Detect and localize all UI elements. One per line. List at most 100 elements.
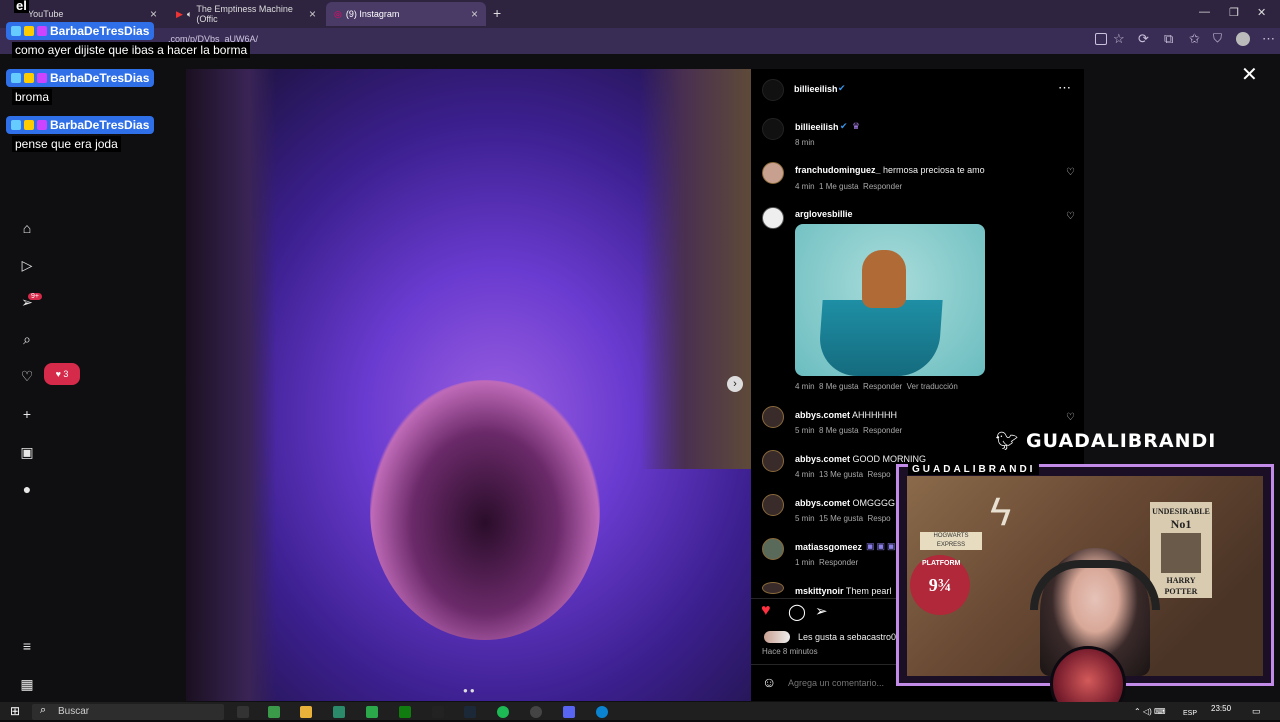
comment-likes[interactable]: 8 Me gusta: [819, 426, 859, 435]
commenter-avatar[interactable]: [762, 538, 784, 560]
comment-time: 4 min: [795, 470, 815, 479]
comment-username[interactable]: abbys.comet: [795, 498, 850, 508]
tab-instagram[interactable]: ◎ (9) Instagram ×: [326, 2, 486, 26]
caption-avatar[interactable]: [762, 118, 784, 140]
favorite-star-icon[interactable]: ☆: [1113, 31, 1125, 47]
notification-center-icon[interactable]: ▭: [1252, 706, 1261, 717]
comment-username[interactable]: franchudominguez_: [795, 165, 881, 175]
translate-button[interactable]: Ver traducción: [907, 382, 958, 391]
like-comment-icon[interactable]: ♡: [1066, 211, 1075, 222]
search-icon[interactable]: ⌕: [19, 331, 35, 347]
comment-likes[interactable]: 8 Me gusta: [819, 382, 859, 391]
reels-icon[interactable]: ▷: [19, 257, 35, 273]
profile-avatar[interactable]: [1236, 32, 1250, 46]
system-tray-icons[interactable]: ⌃ ◁) ⌨: [1134, 707, 1166, 716]
also-from-meta-icon[interactable]: ▦: [19, 676, 35, 692]
like-post-icon[interactable]: ♥: [761, 602, 771, 620]
minimize-button[interactable]: —: [1199, 6, 1210, 18]
notifications-heart-icon[interactable]: ♡: [19, 368, 35, 384]
close-window-button[interactable]: ✕: [1257, 6, 1266, 19]
bits-badge-icon: [24, 26, 34, 36]
comment-username[interactable]: arglovesbillie: [795, 209, 853, 219]
refresh-icon[interactable]: ⟳: [1138, 31, 1149, 47]
author-avatar[interactable]: [762, 79, 784, 101]
taskbar-search[interactable]: Buscar: [32, 704, 224, 720]
more-menu-icon[interactable]: ⋯: [1262, 31, 1275, 47]
language-indicator[interactable]: ESP: [1183, 710, 1197, 717]
tab-emptiness-machine[interactable]: ▶ 🔈︎ The Emptiness Machine (Offic ×: [168, 2, 324, 26]
like-comment-icon[interactable]: ♡: [1066, 412, 1075, 423]
discord-icon[interactable]: [563, 706, 575, 718]
emoji-picker-icon[interactable]: ☺: [762, 674, 776, 690]
post-options-icon[interactable]: ⋯: [1058, 80, 1071, 96]
profile-icon[interactable]: ●: [19, 481, 35, 497]
comment-icon[interactable]: ◯: [788, 602, 806, 622]
caption-author[interactable]: billieeilish: [795, 122, 839, 132]
comment-text: Them pearl: [845, 586, 892, 596]
comment-username[interactable]: matiassgomeez: [795, 542, 862, 552]
shield-icon[interactable]: ⛉: [1213, 31, 1222, 46]
reply-button[interactable]: Responder: [863, 182, 902, 191]
reply-button[interactable]: Responder: [863, 426, 902, 435]
share-icon[interactable]: ➢: [815, 602, 828, 620]
home-icon[interactable]: ⌂: [19, 220, 35, 236]
windows-start-icon[interactable]: ⊞: [10, 704, 20, 718]
sub-badge-icon: [11, 73, 21, 83]
reply-button[interactable]: Responder: [819, 558, 858, 567]
comment-time: 5 min: [795, 426, 815, 435]
commenter-avatar[interactable]: [762, 494, 784, 516]
apps-icon[interactable]: [1095, 33, 1107, 45]
comment-input[interactable]: [786, 674, 900, 692]
comment-likes[interactable]: 13 Me gusta: [819, 470, 863, 479]
favorites-icon[interactable]: ✩: [1189, 31, 1200, 47]
like-comment-icon[interactable]: ♡: [1066, 167, 1075, 178]
comment-item: abbys.comet OMGGGG: [795, 498, 895, 508]
commenter-avatar[interactable]: [762, 450, 784, 472]
obs-icon[interactable]: [530, 706, 542, 718]
spotify-icon[interactable]: [497, 706, 509, 718]
close-tab-icon[interactable]: ×: [150, 7, 157, 21]
gif-cup: [817, 300, 943, 376]
close-tab-icon[interactable]: ×: [471, 7, 478, 21]
lightning-bolt-icon: ϟ: [990, 490, 1012, 534]
reply-button[interactable]: Respo: [868, 514, 891, 523]
comment-likes[interactable]: 1 Me gusta: [819, 182, 859, 191]
create-icon[interactable]: +: [19, 406, 35, 422]
comment-username[interactable]: abbys.comet: [795, 454, 850, 464]
posted-ago: Hace 8 minutos: [762, 647, 818, 656]
edge-icon[interactable]: [596, 706, 608, 718]
post-author[interactable]: billieeilish: [794, 84, 838, 94]
app-icon[interactable]: [333, 706, 345, 718]
app-icon[interactable]: [366, 706, 378, 718]
comment-meta: 1 min Responder: [795, 558, 858, 567]
liked-by-text[interactable]: Les gusta a sebacastro0: [798, 632, 896, 642]
maximize-button[interactable]: ❐: [1229, 6, 1239, 19]
more-menu-icon[interactable]: ≡: [19, 638, 35, 654]
close-tab-icon[interactable]: ×: [309, 7, 316, 21]
close-post-button[interactable]: ✕: [1241, 62, 1258, 87]
commenter-avatar[interactable]: [762, 162, 784, 184]
reply-button[interactable]: Respo: [868, 470, 891, 479]
caption-time: 8 min: [795, 138, 815, 147]
extensions-icon[interactable]: ⧉: [1164, 31, 1173, 47]
new-tab-button[interactable]: +: [493, 5, 501, 21]
photo-hair-left: [186, 69, 276, 701]
commenter-avatar[interactable]: [762, 207, 784, 229]
app-icon[interactable]: [268, 706, 280, 718]
commenter-avatar[interactable]: [762, 406, 784, 428]
comment-username[interactable]: abbys.comet: [795, 410, 850, 420]
comment-likes[interactable]: 15 Me gusta: [819, 514, 863, 523]
dashboard-icon[interactable]: ▣: [19, 444, 35, 460]
reply-button[interactable]: Responder: [863, 382, 902, 391]
xbox-icon[interactable]: [399, 706, 411, 718]
taskbar-clock[interactable]: 23:50: [1211, 704, 1231, 713]
next-photo-button[interactable]: ›: [727, 376, 743, 392]
verified-icon: ✔: [840, 121, 848, 131]
steam-icon[interactable]: [464, 706, 476, 718]
commenter-avatar[interactable]: [762, 582, 784, 594]
task-view-icon[interactable]: [237, 706, 249, 718]
bits-badge-icon: [24, 73, 34, 83]
epic-games-icon[interactable]: [432, 706, 444, 718]
comment-username[interactable]: mskittynoir: [795, 586, 844, 596]
file-explorer-icon[interactable]: [300, 706, 312, 718]
